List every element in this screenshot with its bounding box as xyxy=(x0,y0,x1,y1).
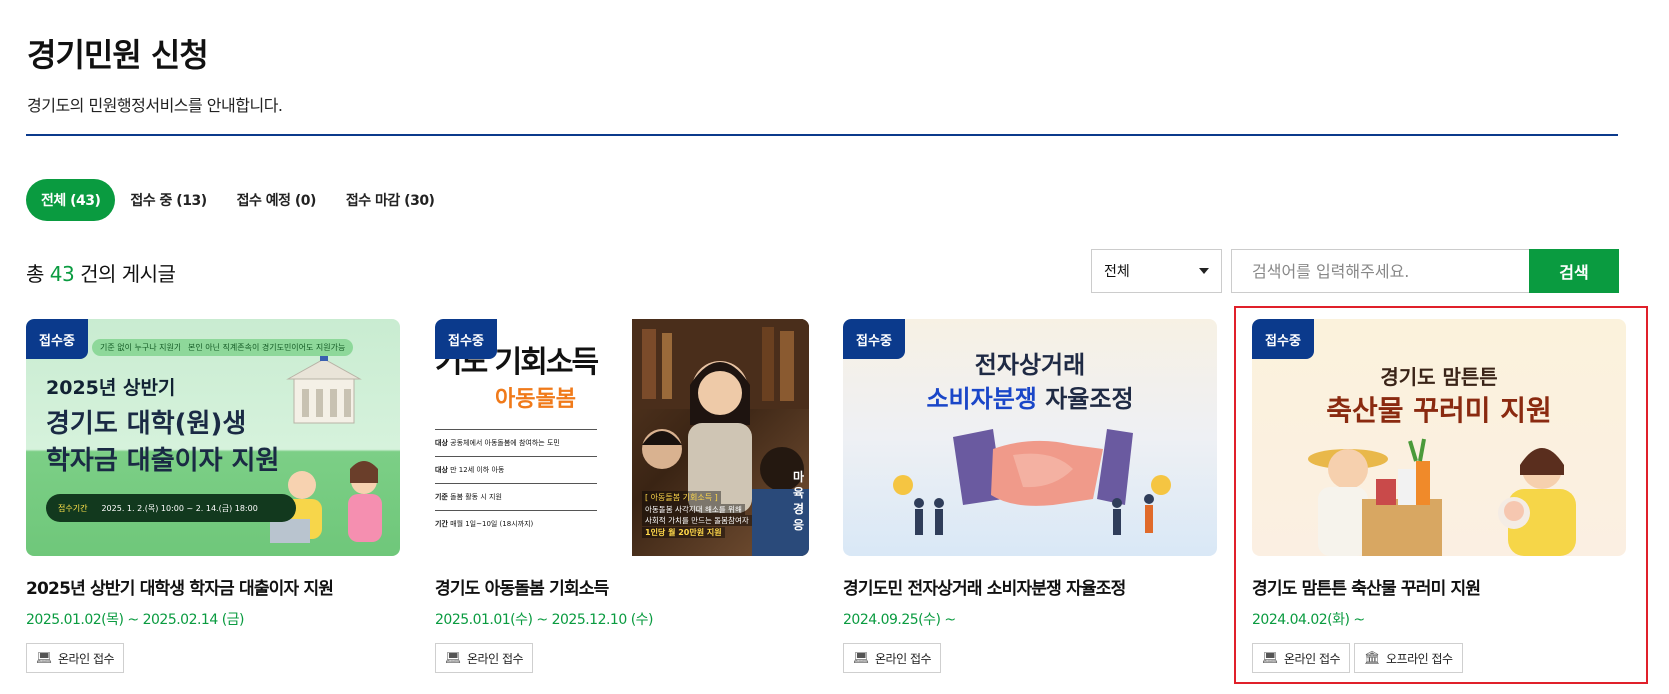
online-apply-button[interactable]: 💻︎ 온라인 접수 xyxy=(843,643,942,673)
title-divider xyxy=(26,134,1618,136)
thumb-info-value: 공동체에서 아동돌봄에 참여하는 도민 xyxy=(450,439,560,447)
offline-apply-button[interactable]: 🏛︎ 오프라인 접수 xyxy=(1354,643,1463,673)
card-title[interactable]: 2025년 상반기 대학생 학자금 대출이자 지원 xyxy=(26,574,400,599)
status-tabs: 전체 (43) 접수 중 (13) 접수 예정 (0) 접수 마감 (30) xyxy=(26,179,449,221)
caret-down-icon xyxy=(1199,268,1209,274)
thumb-info-key: 대상 xyxy=(435,466,448,474)
status-badge: 접수중 xyxy=(26,319,88,359)
card-thumbnail[interactable]: 접수중 전자상거래 소비자분쟁 자율조정 xyxy=(843,319,1217,556)
card-thumbnail[interactable]: 접수중 기준 없이 누구나 지원가능 본인 아닌 직계존속이 경기도민이어도 지… xyxy=(26,319,400,556)
tab-open[interactable]: 접수 중 (13) xyxy=(115,179,221,221)
card-date: 2025.01.01(수) ~ 2025.12.10 (수) xyxy=(435,612,654,628)
card-thumbnail[interactable]: 접수중 경기도 맘튼튼 축산물 꾸러미 지원 xyxy=(1252,319,1626,556)
post-count: 총 43 건의 게시글 xyxy=(26,258,176,287)
status-badge: 접수중 xyxy=(1252,319,1314,359)
thumb-info-row: 대상 공동체에서 아동돌봄에 참여하는 도민 xyxy=(435,429,597,456)
card-student-loan[interactable]: 접수중 기준 없이 누구나 지원가능 본인 아닌 직계존속이 경기도민이어도 지… xyxy=(26,319,400,673)
search-scope-select[interactable]: 전체 xyxy=(1091,249,1222,293)
thumb-info-value: 만 12세 이하 아동 xyxy=(450,466,505,474)
thumb-headline-2: 아동돌봄 xyxy=(495,387,576,412)
thumb-headline-1: 2025년 상반기 xyxy=(46,377,176,399)
card-date: 2024.04.02(화) ~ xyxy=(1252,612,1365,628)
building-icon: 🏛︎ xyxy=(1364,650,1381,666)
thumb-info-table: 대상 공동체에서 아동돌봄에 참여하는 도민 대상 만 12세 이하 아동 기준… xyxy=(435,429,597,537)
search-button[interactable]: 검색 xyxy=(1529,249,1619,293)
online-apply-label: 온라인 접수 xyxy=(58,651,115,666)
online-apply-button[interactable]: 💻︎ 온라인 접수 xyxy=(26,643,125,673)
card-date: 2024.09.25(수) ~ xyxy=(843,612,956,628)
thumb-info-row: 대상 만 12세 이하 아동 xyxy=(435,456,597,483)
thumb-info-row: 기간 매월 1일~10일 (18시까지) xyxy=(435,510,597,537)
card-title[interactable]: 경기도 맘튼튼 축산물 꾸러미 지원 xyxy=(1252,574,1626,599)
laptop-icon: 💻︎ xyxy=(1262,650,1279,666)
thumb-photo-line-3: 1인당 월 20만원 지원 xyxy=(642,527,725,538)
card-title[interactable]: 경기도 아동돌봄 기회소득 xyxy=(435,574,809,599)
search-scope-value: 전체 xyxy=(1104,264,1130,280)
online-apply-label: 온라인 접수 xyxy=(1284,651,1341,666)
laptop-icon: 💻︎ xyxy=(445,650,462,666)
laptop-icon: 💻︎ xyxy=(36,650,53,666)
thumb-period-bar: 접수기간 2025. 1. 2.(목) 10:00 ~ 2. 14.(금) 18… xyxy=(46,494,296,522)
thumb-period-value: 2025. 1. 2.(목) 10:00 ~ 2. 14.(금) 18:00 xyxy=(101,503,258,513)
thumb-info-row: 기준 돌봄 활동 시 지원 xyxy=(435,483,597,510)
post-count-suffix: 건의 게시글 xyxy=(74,262,176,286)
tab-all[interactable]: 전체 (43) xyxy=(26,179,116,221)
tab-closed[interactable]: 접수 마감 (30) xyxy=(331,179,450,221)
thumb-info-value: 매월 1일~10일 (18시까지) xyxy=(450,520,534,528)
thumb-side-text: 마육경응 xyxy=(793,470,805,532)
offline-apply-label: 오프라인 접수 xyxy=(1386,651,1453,666)
thumb-info-key: 대상 xyxy=(435,439,448,447)
tab-upcoming[interactable]: 접수 예정 (0) xyxy=(222,179,331,221)
online-apply-button[interactable]: 💻︎ 온라인 접수 xyxy=(1252,643,1351,673)
online-apply-label: 온라인 접수 xyxy=(467,651,524,666)
status-badge: 접수중 xyxy=(843,319,905,359)
search-input[interactable] xyxy=(1231,249,1529,293)
thumb-period-label: 접수기간 xyxy=(58,503,88,513)
card-child-care[interactable]: 접수중 기도 기회소득 아동돌봄 대상 공동체에서 아동돌봄에 참여하는 도민 … xyxy=(435,319,809,673)
thumb-chip-2: 본인 아닌 직계존속이 경기도민이어도 지원가능 xyxy=(180,339,354,356)
thumb-photo: [ 아동돌봄 기회소득 ] 아동돌봄 사각지대 해소를 위해 사회적 가치를 만… xyxy=(632,319,809,556)
thumb-headline-2: 경기도 대학(원)생 xyxy=(46,409,247,439)
card-thumbnail[interactable]: 접수중 기도 기회소득 아동돌봄 대상 공동체에서 아동돌봄에 참여하는 도민 … xyxy=(435,319,809,556)
card-date: 2025.01.02(목) ~ 2025.02.14 (금) xyxy=(26,612,245,628)
thumb-info-value: 돌봄 활동 시 지원 xyxy=(450,493,502,501)
status-badge: 접수중 xyxy=(435,319,497,359)
page-description: 경기도의 민원행정서비스를 안내합니다. xyxy=(27,96,283,115)
post-count-prefix: 총 xyxy=(26,262,50,286)
card-livestock-package[interactable]: 접수중 경기도 맘튼튼 축산물 꾸러미 지원 경기도 맘튼튼 축산물 꾸러미 지… xyxy=(1252,319,1626,673)
laptop-icon: 💻︎ xyxy=(853,650,870,666)
thumb-info-key: 기준 xyxy=(435,493,448,501)
online-apply-button[interactable]: 💻︎ 온라인 접수 xyxy=(435,643,534,673)
thumb-photo-line-1: 아동돌봄 사각지대 해소를 위해 xyxy=(642,504,745,515)
post-count-number: 43 xyxy=(49,262,75,286)
page-title: 경기민원 신청 xyxy=(27,36,209,74)
thumb-headline-3: 학자금 대출이자 지원 xyxy=(46,446,280,476)
card-title[interactable]: 경기도민 전자상거래 소비자분쟁 자율조정 xyxy=(843,574,1217,599)
thumb-photo-line-2: 사회적 가치를 만드는 돌봄참여자 xyxy=(642,515,752,526)
thumb-photo-tag: [ 아동돌봄 기회소득 ] xyxy=(642,491,721,504)
thumb-info-key: 기간 xyxy=(435,520,448,528)
online-apply-label: 온라인 접수 xyxy=(875,651,932,666)
card-ecommerce-dispute[interactable]: 접수중 전자상거래 소비자분쟁 자율조정 경기도민 전자상거래 소비자분쟁 자율… xyxy=(843,319,1217,673)
